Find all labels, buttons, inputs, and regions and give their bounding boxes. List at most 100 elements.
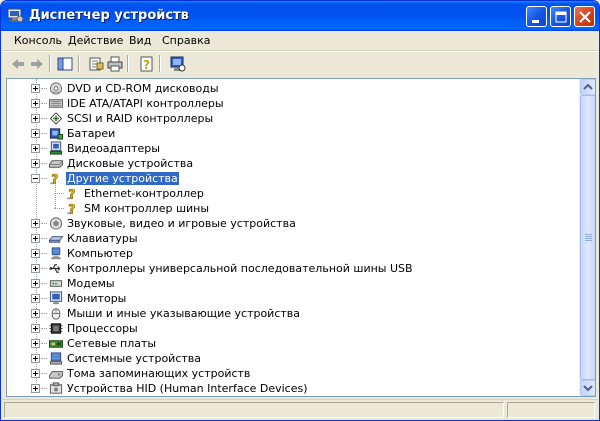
expand-icon[interactable] — [31, 234, 40, 243]
expand-icon[interactable] — [31, 159, 40, 168]
expand-icon[interactable] — [31, 339, 40, 348]
device-tree: DVD и CD-ROM дисководы IDE ATA/ATAPI конт… — [7, 79, 580, 396]
tree-category-row[interactable]: IDE ATA/ATAPI контроллеры — [7, 96, 567, 111]
properties-icon[interactable] — [86, 54, 106, 74]
tree-category-row[interactable]: Процессоры — [7, 321, 567, 336]
svg-text:?: ? — [143, 58, 150, 72]
expand-icon[interactable] — [31, 369, 40, 378]
tree-category-row[interactable]: Контроллеры универсальной последовательн… — [7, 261, 567, 276]
tree-item-label: Мониторы — [67, 292, 127, 305]
scan-hardware-icon[interactable] — [168, 54, 188, 74]
window-title: Диспетчер устройств — [29, 8, 189, 23]
scrollbar-thumb[interactable] — [580, 95, 595, 380]
device-tree-pane[interactable]: DVD и CD-ROM дисководы IDE ATA/ATAPI конт… — [6, 78, 596, 397]
menu-help[interactable]: Справка — [162, 34, 210, 47]
menu-view[interactable]: Вид — [129, 34, 151, 47]
scroll-up-button[interactable] — [580, 79, 595, 95]
toolbar-separator — [49, 55, 51, 72]
tree-item-label: Компьютер — [67, 247, 133, 260]
status-bar — [2, 399, 598, 419]
expand-icon[interactable] — [31, 129, 40, 138]
tree-category-row[interactable]: Модемы — [7, 276, 567, 291]
tree-category-row[interactable]: Клавиатуры — [7, 231, 567, 246]
tree-item-label: Другие устройства — [65, 171, 180, 186]
cdrom-icon — [48, 81, 64, 96]
expand-icon[interactable] — [31, 219, 40, 228]
processor-icon — [48, 321, 64, 336]
tree-category-row[interactable]: Системные устройства — [7, 351, 567, 366]
modem-icon — [48, 276, 64, 291]
tree-category-row[interactable]: Звуковые, видео и игровые устройства — [7, 216, 567, 231]
tree-item-label: Тома запоминающих устройств — [67, 367, 251, 380]
expand-icon[interactable] — [31, 114, 40, 123]
maximize-button[interactable] — [550, 6, 571, 27]
tree-category-row[interactable]: Мониторы — [7, 291, 567, 306]
tree-category-row[interactable]: Устройства HID (Human Interface Devices) — [7, 381, 567, 396]
tree-category-row[interactable]: SCSI и RAID контроллеры — [7, 111, 567, 126]
tree-item-label: Модемы — [67, 277, 115, 290]
mouse-icon — [48, 306, 64, 321]
tree-category-row[interactable]: Сетевые платы — [7, 336, 567, 351]
tree-item-label: DVD и CD-ROM дисководы — [67, 82, 219, 95]
hid-icon — [48, 381, 64, 396]
expand-icon[interactable] — [31, 384, 40, 393]
tree-category-row[interactable]: Тома запоминающих устройств — [7, 366, 567, 381]
close-button[interactable] — [574, 6, 595, 27]
tree-item-label: Системные устройства — [67, 352, 201, 365]
back-icon[interactable] — [8, 54, 28, 74]
tree-category-row[interactable]: Дисковые устройства — [7, 156, 567, 171]
monitor-icon — [48, 291, 64, 306]
tree-category-row[interactable]: Мыши и иные указывающие устройства — [7, 306, 567, 321]
expand-icon[interactable] — [31, 354, 40, 363]
svg-text:?: ? — [51, 172, 58, 186]
system-device-icon — [48, 351, 64, 366]
tree-item-label: Батареи — [67, 127, 116, 140]
menu-bar: Консоль Действие Вид Справка — [2, 31, 598, 51]
expand-icon[interactable] — [31, 309, 40, 318]
expand-icon[interactable] — [31, 249, 40, 258]
expand-icon[interactable] — [31, 279, 40, 288]
scroll-down-button[interactable] — [580, 380, 595, 396]
disk-drive-icon — [48, 156, 64, 171]
expand-icon[interactable] — [31, 294, 40, 303]
expand-icon[interactable] — [31, 99, 40, 108]
forward-icon[interactable] — [27, 54, 47, 74]
usb-icon — [48, 261, 64, 276]
device-manager-icon — [7, 7, 24, 24]
tree-item-label: Дисковые устройства — [67, 157, 194, 170]
title-bar[interactable]: Диспетчер устройств — [1, 1, 599, 31]
expand-icon[interactable] — [31, 144, 40, 153]
expand-icon[interactable] — [31, 84, 40, 93]
toolbar: ? — [2, 51, 598, 75]
menu-action[interactable]: Действие — [68, 34, 123, 47]
status-cell-main — [4, 402, 504, 418]
tree-category-row[interactable]: Видеоадаптеры — [7, 141, 567, 156]
vertical-scrollbar[interactable] — [579, 79, 595, 396]
tree-category-row[interactable]: Компьютер — [7, 246, 567, 261]
expand-icon[interactable] — [31, 264, 40, 273]
expand-icon[interactable] — [31, 324, 40, 333]
tree-item-label: Мыши и иные указывающие устройства — [67, 307, 301, 320]
device-manager-window: Диспетчер устройств Консоль Действие Вид… — [0, 0, 600, 421]
menu-console[interactable]: Консоль — [14, 34, 62, 47]
tree-item-label: Клавиатуры — [67, 232, 138, 245]
tree-category-row[interactable]: Батареи — [7, 126, 567, 141]
minimize-button[interactable] — [526, 6, 547, 27]
unknown-device-icon: ? — [48, 171, 64, 186]
collapse-icon[interactable] — [31, 174, 40, 183]
toolbar-separator — [78, 55, 80, 72]
unknown-device-icon: ? — [65, 201, 81, 216]
tree-item-label: Устройства HID (Human Interface Devices) — [67, 382, 308, 395]
tree-category-row[interactable]: DVD и CD-ROM дисководы — [7, 81, 567, 96]
tree-item-label: Видеоадаптеры — [67, 142, 160, 155]
help-icon[interactable]: ? — [137, 54, 157, 74]
show-hide-tree-icon[interactable] — [55, 54, 75, 74]
svg-text:?: ? — [68, 187, 75, 201]
svg-text:?: ? — [68, 202, 75, 216]
tree-category-row[interactable]: ? Другие устройства — [7, 171, 567, 186]
tree-item-label: SM контроллер шины — [84, 202, 210, 215]
sound-icon — [48, 216, 64, 231]
tree-device-row[interactable]: ? Ethernet-контроллер — [7, 186, 567, 201]
tree-device-row[interactable]: ? SM контроллер шины — [7, 201, 567, 216]
print-icon[interactable] — [105, 54, 125, 74]
